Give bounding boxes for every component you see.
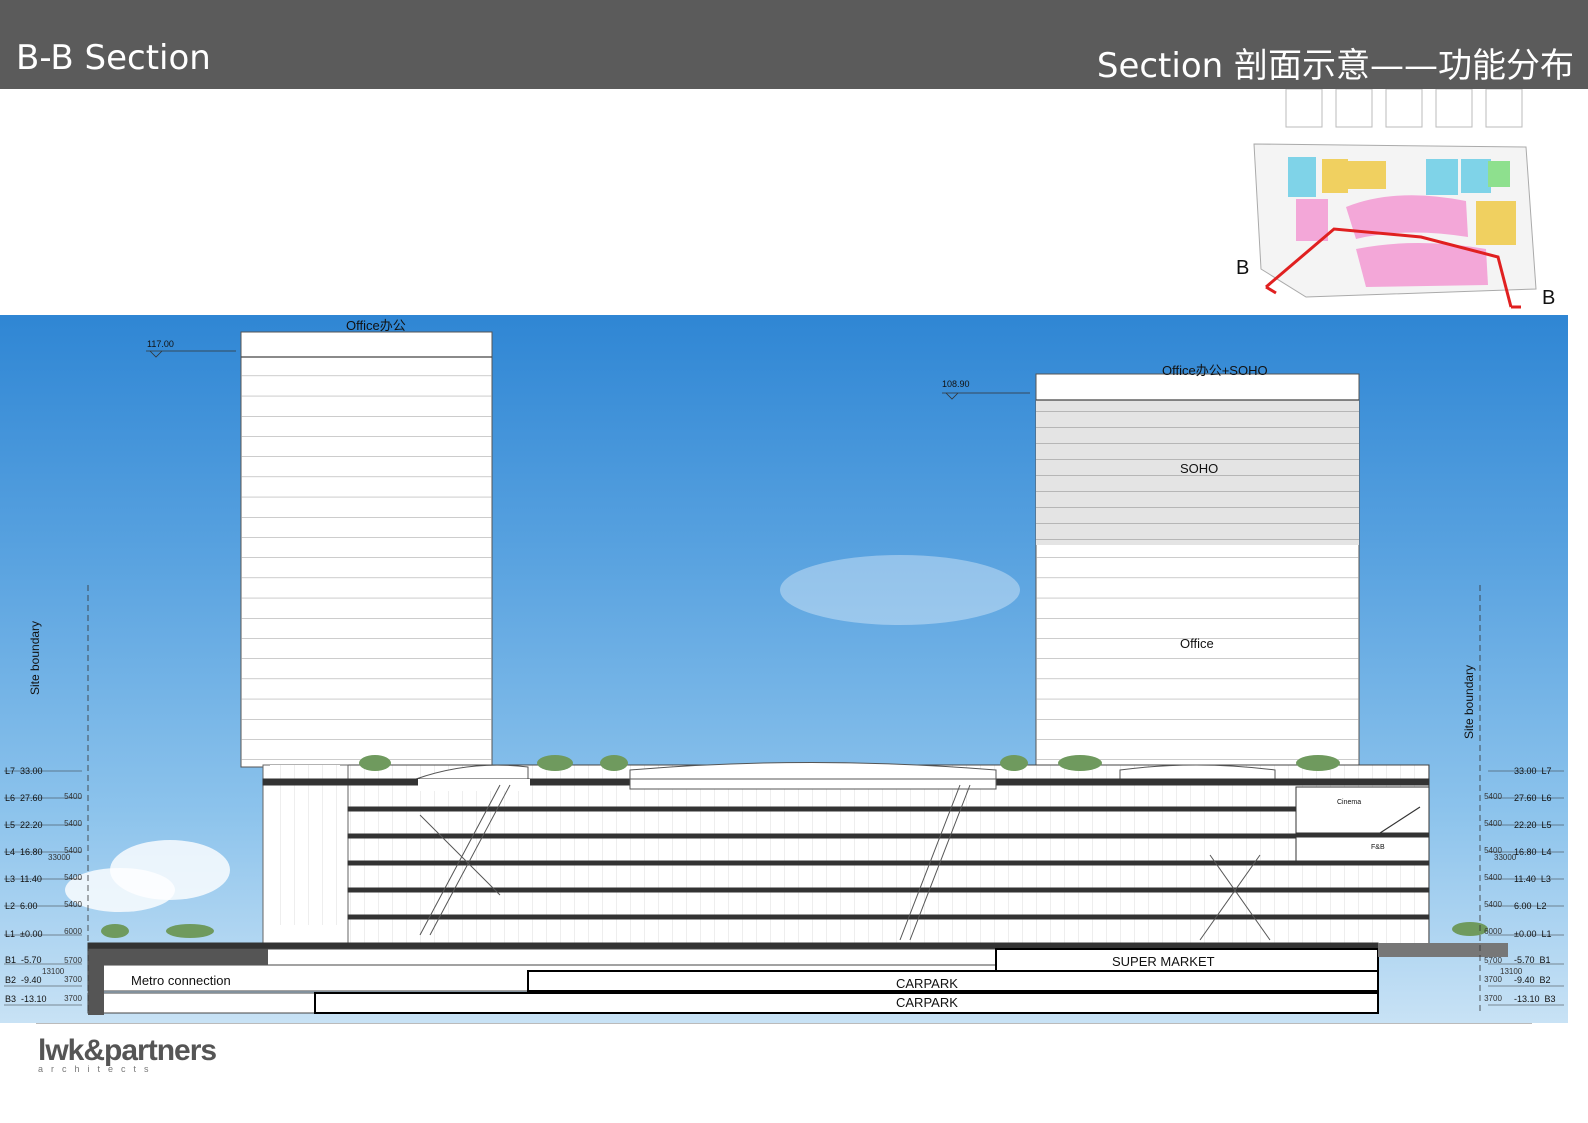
soho-label: SOHO (1180, 461, 1219, 476)
level-row: 11.40 L3 (1514, 874, 1551, 884)
basement-dims-left: 5700 3700 3700 (62, 951, 84, 1008)
section-svg (4, 331, 1564, 1015)
footer-divider (36, 1023, 1532, 1024)
office-label: Office (1180, 636, 1214, 651)
level-row: B3 -13.10 (5, 994, 47, 1004)
level-row: L5 22.20 (5, 820, 43, 830)
tower-2-label: Office办公+SOHO (1162, 363, 1268, 378)
site-boundary-left: Site boundary (28, 620, 42, 695)
level-row: B2 -9.40 (5, 975, 42, 985)
level-row: L2 6.00 (5, 901, 38, 911)
tower-1-label: Office办公 (346, 318, 406, 333)
level-row: ±0.00 L1 (1514, 929, 1552, 939)
key-plan-drawing (1253, 88, 1537, 309)
site-boundary-right: Site boundary (1462, 664, 1476, 739)
dim-label: 5400 (64, 819, 82, 828)
total-below-right: 13100 (1500, 967, 1523, 976)
level-row: L6 27.60 (5, 793, 43, 803)
carpark-b3-label: CARPARK (896, 995, 958, 1010)
level-row: 27.60 L6 (1514, 793, 1552, 803)
level-row: L7 33.00 (5, 766, 43, 776)
dim-label: 3700 (64, 975, 82, 984)
supermarket-label: SUPER MARKET (1112, 954, 1215, 969)
section-mark-b-right: B (1542, 287, 1556, 309)
level-row: -13.10 B3 (1514, 994, 1556, 1004)
dim-label: 5400 (1484, 873, 1502, 882)
dim-label: 5400 (1484, 900, 1502, 909)
company-logo: lwk&partners architects (38, 1034, 217, 1074)
dim-label: 3700 (1484, 994, 1502, 1003)
key-plan: B B (1236, 88, 1576, 317)
cloud (780, 555, 1020, 625)
left-level-list: L7 33.00 L6 27.60 L5 22.20 L4 16.80 L3 1… (5, 758, 47, 1009)
floor-dims-right: 5400 5400 5400 5400 5400 6000 (1482, 783, 1504, 945)
level-row: L3 11.40 (5, 874, 42, 884)
level-row: L1 ±0.00 (5, 929, 43, 939)
dim-label: 5400 (64, 873, 82, 882)
level-row: B1 -5.70 (5, 955, 42, 965)
level-row: 6.00 L2 (1514, 901, 1547, 911)
dim-label: 3700 (64, 994, 82, 1003)
dim-label: 5400 (1484, 792, 1502, 801)
level-row: 22.20 L5 (1514, 820, 1552, 830)
fnb-label: F&B (1371, 844, 1385, 851)
tower-2-height: 108.90 (942, 379, 970, 389)
section-drawing: Office办公 117.00 Office办公+SOHO 108.90 SOH… (0, 315, 1568, 1023)
tower-1-height: 117.00 (147, 339, 174, 349)
total-below-left: 13100 (42, 967, 65, 976)
dim-label: 5700 (64, 956, 82, 965)
header-bar: B-B Section Section 剖面示意——功能分布 (0, 0, 1588, 89)
dim-label: 6000 (64, 927, 82, 936)
metro-label: Metro connection (131, 973, 231, 988)
total-above-right: 33000 (1494, 853, 1517, 862)
tower-1-floors (241, 357, 492, 767)
dim-label: 5400 (1484, 819, 1502, 828)
page-title: B-B Section (16, 38, 211, 78)
level-row: 33.00 L7 (1514, 766, 1552, 776)
page-subtitle: Section 剖面示意——功能分布 (1096, 46, 1574, 86)
tower-2-office-floors (1036, 545, 1359, 767)
basement-dims-right: 5700 3700 3700 (1482, 951, 1504, 1008)
carpark-b2-label: CARPARK (896, 976, 958, 991)
dim-label: 5400 (64, 792, 82, 801)
section-mark-b-left: B (1236, 257, 1250, 279)
dim-label: 6000 (1484, 927, 1502, 936)
cinema-label: Cinema (1337, 799, 1362, 806)
dim-label: 5400 (64, 900, 82, 909)
level-row: 16.80 L4 (1514, 847, 1552, 857)
level-row: L4 16.80 (5, 847, 43, 857)
floor-dims-left: 5400 5400 5400 5400 5400 6000 (62, 783, 84, 945)
total-above-left: 33000 (48, 853, 71, 862)
logo-name: lwk&partners (38, 1034, 217, 1067)
